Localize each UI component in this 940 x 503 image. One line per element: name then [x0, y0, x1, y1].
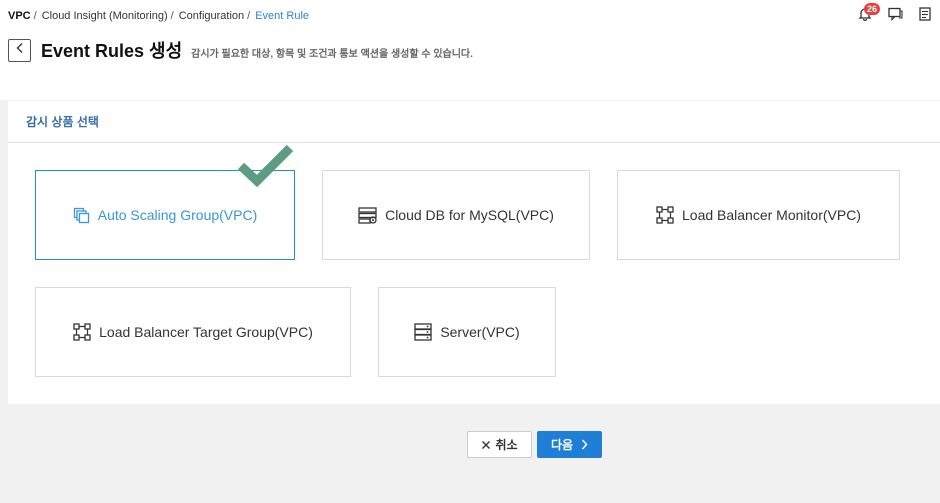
network-nodes-icon	[656, 206, 674, 224]
next-button[interactable]: 다음	[537, 431, 602, 458]
top-bar: VPC / Cloud Insight (Monitoring) / Confi…	[0, 0, 940, 100]
next-button-label: 다음	[550, 438, 574, 452]
product-card-label: Auto Scaling Group(VPC)	[97, 207, 258, 223]
chat-icon	[887, 7, 903, 26]
database-icon	[358, 206, 377, 224]
chevron-left-icon	[15, 41, 25, 59]
product-card-load-balancer-target-group[interactable]: Load Balancer Target Group(VPC)	[35, 287, 351, 377]
chevron-right-icon	[581, 439, 588, 450]
breadcrumb-item-vpc[interactable]: VPC	[8, 10, 31, 22]
top-icons: 26	[850, 3, 940, 26]
breadcrumb-separator: /	[33, 10, 37, 22]
back-button[interactable]	[8, 38, 31, 62]
breadcrumb: VPC / Cloud Insight (Monitoring) / Confi…	[8, 10, 309, 22]
panel-title: 감시 상품 선택	[26, 115, 99, 129]
network-nodes-icon	[73, 323, 91, 341]
product-card-server[interactable]: Server(VPC)	[378, 287, 556, 377]
page-title: Event Rules 생성	[41, 41, 183, 61]
memo-icon	[918, 6, 932, 26]
breadcrumb-separator: /	[170, 10, 174, 22]
notification-badge: 26	[864, 3, 881, 15]
copy-stack-icon	[73, 207, 90, 224]
notification-button[interactable]: 26	[850, 3, 881, 26]
product-card-label: Load Balancer Monitor(VPC)	[682, 207, 861, 223]
selected-check-icon	[237, 142, 295, 193]
breadcrumb-item-cloud-insight[interactable]: Cloud Insight (Monitoring)	[42, 10, 168, 22]
cancel-button-label: 취소	[495, 438, 518, 452]
product-card-label: Load Balancer Target Group(VPC)	[99, 324, 313, 340]
product-card-label: Server(VPC)	[440, 324, 520, 340]
memo-button[interactable]	[910, 6, 940, 26]
product-card-load-balancer-monitor[interactable]: Load Balancer Monitor(VPC)	[617, 170, 900, 260]
panel-header: 감시 상품 선택	[8, 101, 940, 143]
product-card-label: Cloud DB for MySQL(VPC)	[385, 207, 554, 223]
product-card-cloud-db-mysql[interactable]: Cloud DB for MySQL(VPC)	[322, 170, 590, 260]
page-header: Event Rules 생성 감시가 필요한 대상, 항목 및 조건과 통보 액…	[8, 37, 473, 63]
server-icon	[414, 323, 432, 341]
close-icon	[481, 440, 491, 450]
page-description: 감시가 필요한 대상, 항목 및 조건과 통보 액션을 생성할 수 있습니다.	[191, 48, 473, 60]
cancel-button[interactable]: 취소	[467, 431, 532, 458]
breadcrumb-separator: /	[247, 10, 251, 22]
breadcrumb-item-event-rule: Event Rule	[255, 10, 310, 22]
breadcrumb-item-configuration[interactable]: Configuration	[179, 10, 244, 22]
chat-button[interactable]	[880, 6, 910, 26]
